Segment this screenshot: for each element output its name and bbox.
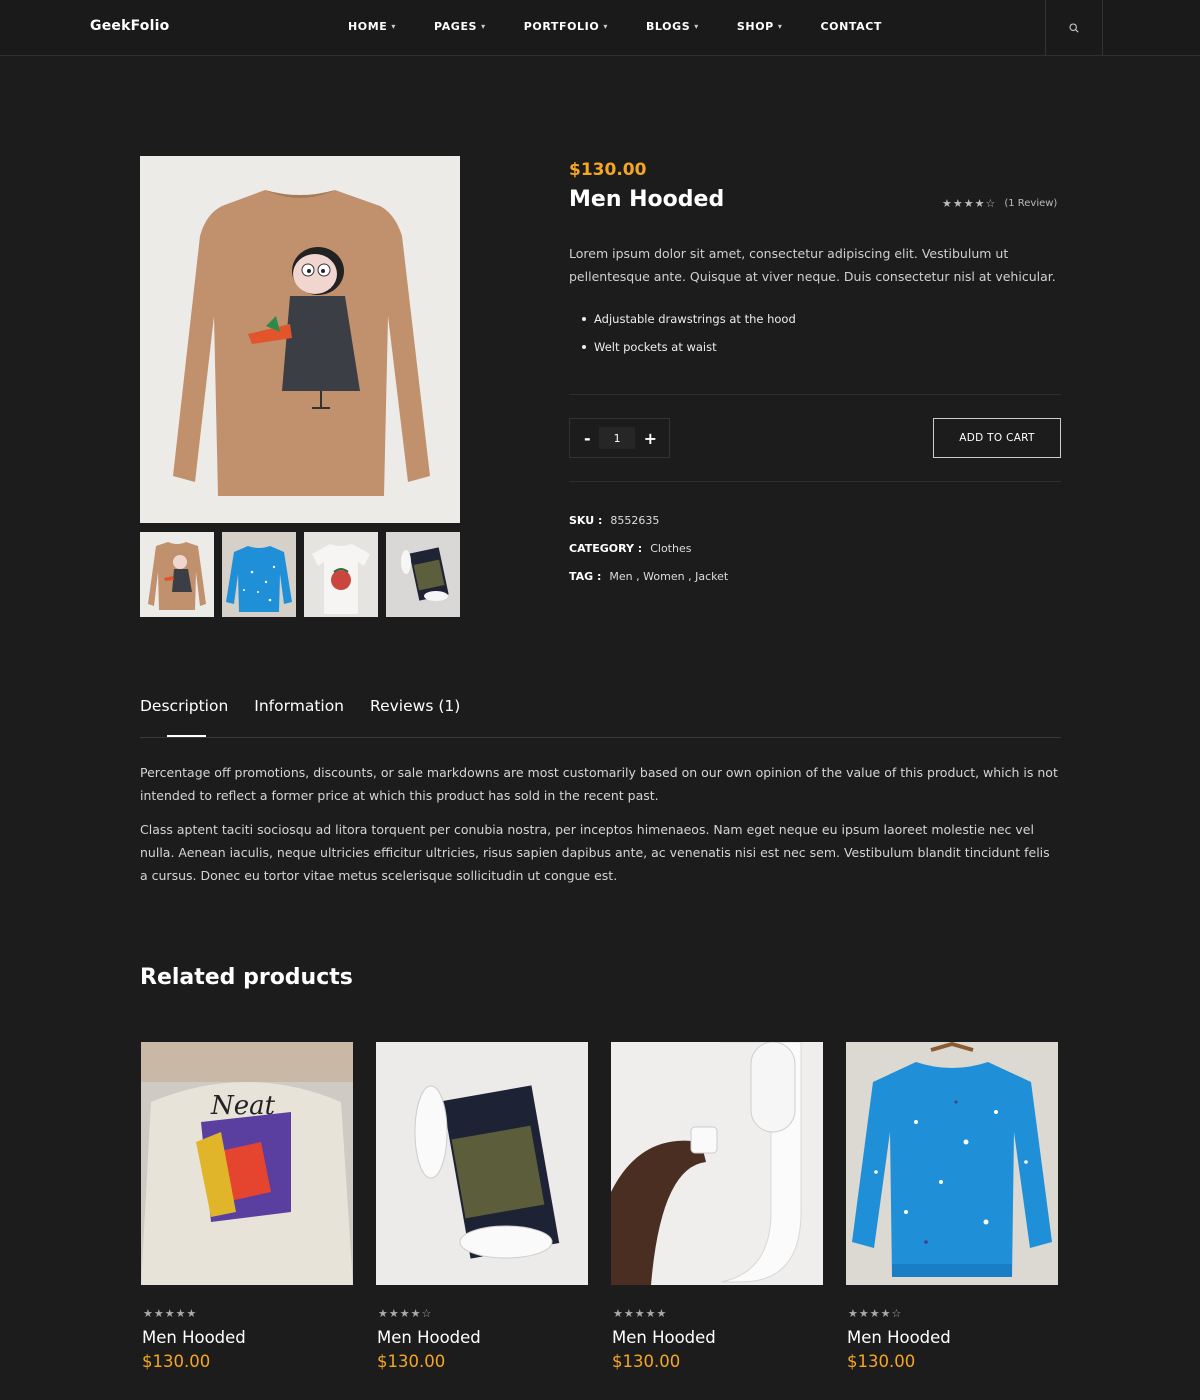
related-products-title: Related products (140, 965, 353, 990)
tab-information[interactable]: Information (254, 697, 344, 715)
nav-home[interactable]: HOME ▾ (348, 20, 396, 33)
nav-portfolio[interactable]: PORTFOLIO ▾ (524, 20, 608, 33)
feature-item: Adjustable drawstrings at the hood (569, 310, 796, 338)
nav-portfolio-label: PORTFOLIO (523, 20, 600, 33)
nav-shop-label: SHOP (736, 20, 774, 33)
star-rating-icon: ★★★★★ (613, 1307, 668, 1320)
search-icon (1069, 23, 1079, 33)
sku-row: SKU : 8552635 (569, 512, 728, 540)
thumb-white-tee-image (304, 532, 378, 617)
product-main-image[interactable] (140, 156, 460, 523)
tag-link-women[interactable]: Women (643, 570, 684, 583)
quantity-increase-button[interactable]: + (644, 429, 657, 448)
hoodie-back-image: Neat (141, 1042, 353, 1285)
tag-link-jacket[interactable]: Jacket (695, 570, 728, 583)
product-rating: ★★★★☆ (1 Review) (942, 197, 1057, 210)
nav-contact-label: CONTACT (820, 20, 883, 33)
thumbnail-3[interactable] (304, 532, 378, 617)
star-rating-icon: ★★★★☆ (378, 1307, 433, 1320)
star-rating-icon: ★★★★☆ (942, 197, 997, 210)
chevron-down-icon: ▾ (694, 22, 699, 31)
tab-description[interactable]: Description (140, 697, 228, 715)
description-paragraph: Class aptent taciti sociosqu ad litora t… (140, 822, 1050, 883)
thumbnail-2[interactable] (222, 532, 296, 617)
product-card: ★★★★☆ Men Hooded $130.00 (846, 1042, 1058, 1371)
nav-pages-label: PAGES (434, 20, 478, 33)
thumb-flatlay-image (386, 532, 460, 617)
tab-reviews[interactable]: Reviews (1) (370, 697, 460, 715)
description-paragraph: Percentage off promotions, discounts, or… (140, 765, 1058, 803)
quantity-decrease-button[interactable]: - (584, 429, 591, 448)
sku-value: 8552635 (610, 514, 660, 527)
product-price: $130.00 (569, 160, 647, 180)
product-title: Men Hooded (569, 187, 725, 212)
feature-item: Welt pockets at waist (569, 338, 796, 366)
category-label: CATEGORY : (569, 542, 643, 555)
review-count-link[interactable]: (1 Review) (1004, 198, 1057, 209)
tag-row: TAG : Men , Women , Jacket (569, 568, 728, 596)
category-row: CATEGORY : Clothes (569, 540, 728, 568)
divider (569, 481, 1061, 482)
chevron-down-icon: ▾ (777, 22, 783, 31)
star-rating-icon: ★★★★★ (143, 1307, 198, 1320)
add-to-cart-button[interactable]: ADD TO CART (933, 418, 1061, 458)
flatlay-image (376, 1042, 588, 1285)
product-card-title[interactable]: Men Hooded (612, 1328, 823, 1347)
product-card: ★★★★☆ Men Hooded $130.00 (376, 1042, 588, 1371)
site-logo[interactable]: GeekFolio (90, 18, 169, 34)
thumbnail-4[interactable] (386, 532, 460, 617)
blue-sweater-image (846, 1042, 1058, 1285)
star-rating-icon: ★★★★☆ (848, 1307, 903, 1320)
product-card: ★★★★★ Men Hooded $130.00 (611, 1042, 823, 1371)
product-card-title[interactable]: Men Hooded (142, 1328, 353, 1347)
chevron-down-icon: ▾ (481, 22, 486, 31)
product-card-title[interactable]: Men Hooded (847, 1328, 1058, 1347)
tag-label: TAG : (569, 570, 602, 583)
product-card-title[interactable]: Men Hooded (377, 1328, 588, 1347)
thumb-blue-sweater-image (222, 532, 296, 617)
tabs-divider (140, 737, 1061, 738)
site-header: GeekFolio HOME ▾ PAGES ▾ PORTFOLIO ▾ BLO… (0, 0, 1200, 56)
nav-blogs-label: BLOGS (645, 20, 691, 33)
product-features: Adjustable drawstrings at the hood Welt … (569, 310, 796, 366)
quantity-input[interactable] (599, 427, 636, 449)
thumbnail-1[interactable] (140, 532, 214, 617)
product-thumbnails (140, 532, 468, 617)
thumb-orange-shirt-image (140, 532, 214, 617)
sku-label: SKU : (569, 514, 603, 527)
tag-link-men[interactable]: Men (609, 570, 632, 583)
product-card: Neat ★★★★★ Men Hooded $130.00 (141, 1042, 353, 1371)
product-card-image[interactable]: Neat (141, 1042, 353, 1285)
svg-text:Neat: Neat (210, 1091, 276, 1121)
product-card-price: $130.00 (142, 1352, 211, 1371)
product-card-price: $130.00 (847, 1352, 916, 1371)
nav-home-label: HOME (348, 20, 388, 33)
search-button[interactable] (1045, 0, 1103, 56)
nav-contact[interactable]: CONTACT (820, 20, 882, 33)
product-shirt-image (140, 156, 460, 523)
product-short-description: Lorem ipsum dolor sit amet, consectetur … (569, 246, 1056, 284)
nav-blogs[interactable]: BLOGS ▾ (646, 20, 699, 33)
chevron-down-icon: ▾ (603, 22, 608, 31)
product-card-image[interactable] (376, 1042, 588, 1285)
nav-pages[interactable]: PAGES ▾ (434, 20, 486, 33)
product-tabs: Description Information Reviews (1) (140, 697, 486, 715)
nav-shop[interactable]: SHOP ▾ (737, 20, 783, 33)
product-card-image[interactable] (846, 1042, 1058, 1285)
white-device-image (611, 1042, 823, 1285)
quantity-stepper: - + (569, 418, 670, 458)
product-meta: SKU : 8552635 CATEGORY : Clothes TAG : M… (569, 512, 728, 596)
product-card-price: $130.00 (377, 1352, 446, 1371)
category-link[interactable]: Clothes (650, 542, 691, 555)
divider (569, 394, 1061, 395)
product-card-price: $130.00 (612, 1352, 681, 1371)
chevron-down-icon: ▾ (391, 22, 397, 31)
product-card-image[interactable] (611, 1042, 823, 1285)
main-nav: HOME ▾ PAGES ▾ PORTFOLIO ▾ BLOGS ▾ SHOP … (348, 20, 920, 33)
